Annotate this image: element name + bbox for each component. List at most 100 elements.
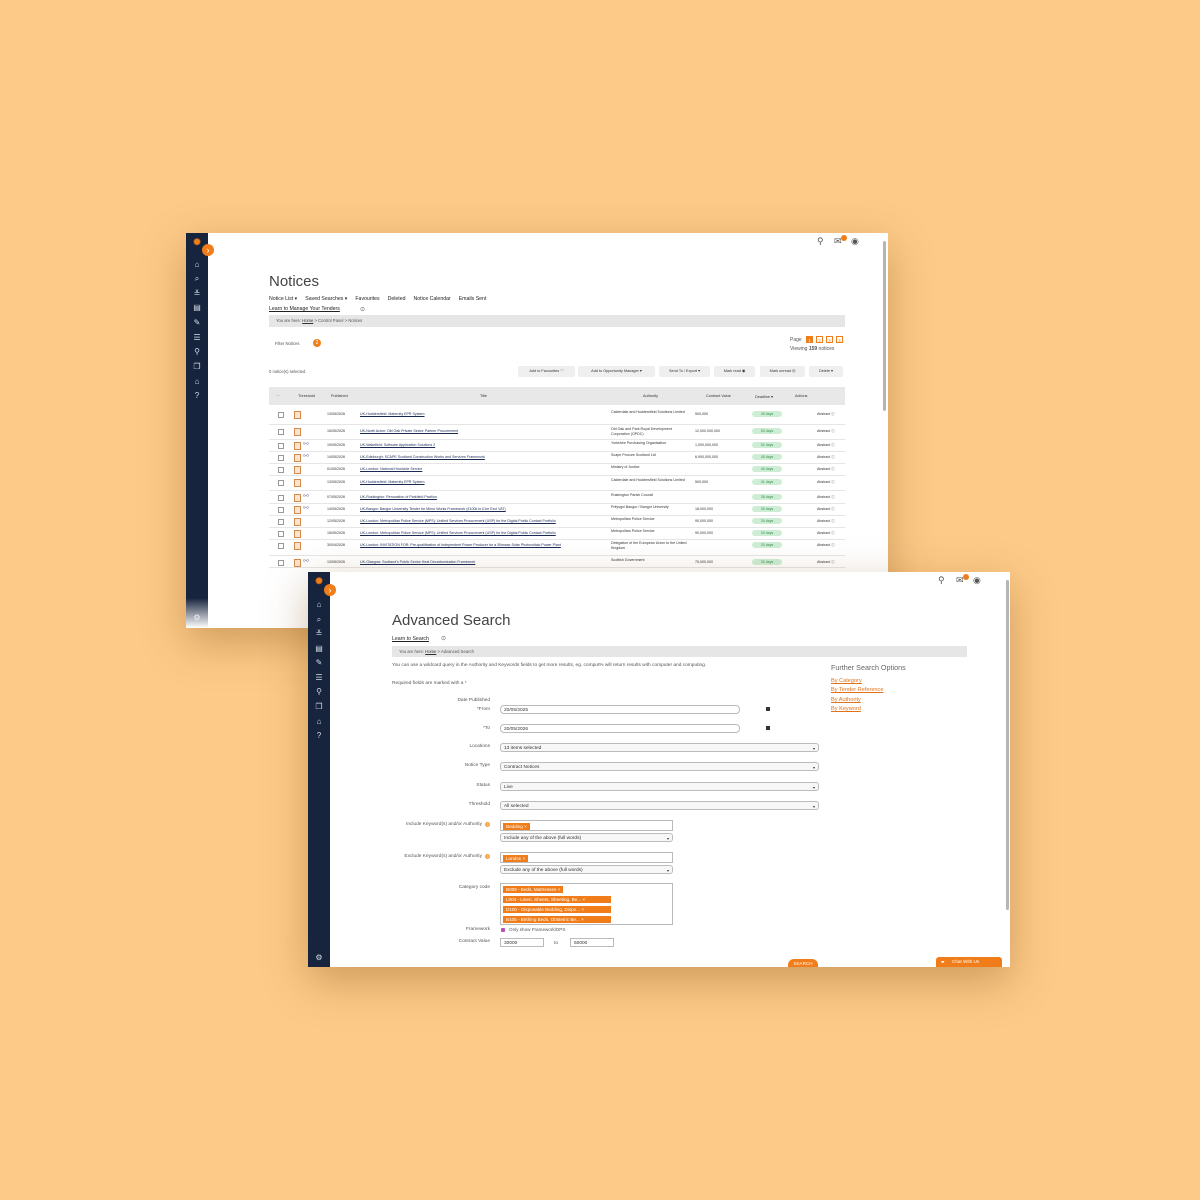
abstract-link[interactable]: Abstract ⓘ bbox=[817, 480, 835, 485]
abstract-link[interactable]: Abstract ⓘ bbox=[817, 443, 835, 448]
abstract-link[interactable]: Abstract ⓘ bbox=[817, 467, 835, 472]
mark-read-button[interactable]: Mark read ◉ bbox=[714, 366, 755, 377]
col-published[interactable]: Published bbox=[331, 394, 348, 398]
edit-icon[interactable]: ✎ bbox=[186, 318, 208, 328]
help-icon[interactable]: ? bbox=[485, 822, 490, 827]
home-icon[interactable]: ⌂ bbox=[186, 260, 208, 270]
page-3-button[interactable]: 3 bbox=[826, 336, 833, 343]
sidebar-toggle-icon[interactable]: › bbox=[202, 244, 214, 256]
col-more[interactable]: ··· bbox=[276, 394, 280, 398]
notice-title-link[interactable]: UK-London: National Homicide Service bbox=[360, 467, 422, 471]
tab-favourites[interactable]: Favourites bbox=[355, 296, 379, 302]
framework-checkbox[interactable] bbox=[501, 928, 505, 932]
calendar-icon[interactable] bbox=[766, 707, 770, 711]
notice-title-link[interactable]: UK-North Acton: Old Oak Private Sector P… bbox=[360, 429, 458, 433]
tab-notice-list[interactable]: Notice List ▾ bbox=[269, 296, 297, 302]
threshold-select[interactable]: All selected ▾ bbox=[500, 801, 819, 810]
notice-type-select[interactable]: Contract Notices ▾ bbox=[500, 762, 819, 771]
category-code-input[interactable]: B009 - Beds, Mattresses × L004 - Linen, … bbox=[500, 883, 673, 925]
tab-emails-sent[interactable]: Emails Sent bbox=[459, 296, 487, 302]
notice-title-link[interactable]: UK-Edinburgh: SCAPE Scotland Constructio… bbox=[360, 455, 485, 459]
gear-icon[interactable]: ⚙ bbox=[308, 953, 330, 963]
scrollbar[interactable] bbox=[883, 241, 886, 411]
filter-notices-button[interactable]: Filter Notices bbox=[275, 341, 299, 346]
table-row[interactable]: 13/05/2026 UK-Huddersfield: Maternity EPR… bbox=[269, 409, 845, 425]
table-row[interactable]: ⚯ 14/05/2026 UK-Bangor: Bangor University … bbox=[269, 504, 845, 516]
list-icon[interactable]: ☰ bbox=[308, 673, 330, 683]
category-tag[interactable]: D100 - Disposable Bedding, Dispo... × bbox=[503, 906, 611, 913]
by-tender-reference-link[interactable]: By Tender Reference bbox=[831, 687, 883, 693]
col-deadline[interactable]: Deadline ▾ bbox=[755, 394, 773, 399]
table-row[interactable]: 01/05/2026 UK-London: National Homicide S… bbox=[269, 464, 845, 476]
search-icon[interactable]: ⚲ bbox=[938, 575, 945, 586]
row-checkbox[interactable] bbox=[278, 467, 284, 473]
by-category-link[interactable]: By Category bbox=[831, 678, 862, 684]
delete-button[interactable]: Delete ▾ bbox=[809, 366, 843, 377]
row-checkbox[interactable] bbox=[278, 443, 284, 449]
send-export-button[interactable]: Send To / Export ▾ bbox=[659, 366, 710, 377]
abstract-link[interactable]: Abstract ⓘ bbox=[817, 412, 835, 417]
play-icon[interactable]: ⊙ bbox=[360, 306, 365, 313]
sidebar-toggle-icon[interactable]: › bbox=[324, 584, 336, 596]
by-keyword-link[interactable]: By Keyword bbox=[831, 706, 861, 712]
col-threshold[interactable]: Threshold bbox=[298, 394, 315, 398]
abstract-link[interactable]: Abstract ⓘ bbox=[817, 507, 835, 512]
help-icon[interactable]: ? bbox=[485, 854, 490, 859]
tab-saved-searches[interactable]: Saved Searches ▾ bbox=[305, 296, 347, 302]
include-keywords-input[interactable]: Bedding × bbox=[500, 820, 673, 831]
scrollbar[interactable] bbox=[1006, 580, 1009, 910]
calendar-icon[interactable] bbox=[766, 726, 770, 730]
table-row[interactable]: 15/05/2026 UK-North Acton: Old Oak Privat… bbox=[269, 426, 845, 440]
learn-to-search-link[interactable]: Learn to Search bbox=[392, 636, 429, 642]
row-checkbox[interactable] bbox=[278, 519, 284, 525]
by-authority-link[interactable]: By Authority bbox=[831, 697, 861, 703]
home-icon[interactable]: ⌂ bbox=[308, 600, 330, 610]
table-row[interactable]: ⚯ 14/05/2026 UK-Edinburgh: SCAPE Scotland … bbox=[269, 452, 845, 464]
row-checkbox[interactable] bbox=[278, 531, 284, 537]
filter-icon[interactable]: ≚ bbox=[308, 629, 330, 639]
abstract-link[interactable]: Abstract ⓘ bbox=[817, 560, 835, 565]
notice-title-link[interactable]: UK-Wakefield: Software Application Solut… bbox=[360, 443, 435, 447]
to-date-input[interactable]: 20/05/2026 bbox=[500, 724, 740, 733]
exclude-tag[interactable]: London × bbox=[503, 855, 529, 862]
breadcrumb-home-link[interactable]: Home bbox=[302, 318, 313, 323]
search-icon[interactable]: ⚲ bbox=[817, 236, 824, 247]
search-doc-icon[interactable]: ⌕ bbox=[186, 274, 208, 284]
abstract-link[interactable]: Abstract ⓘ bbox=[817, 543, 835, 548]
locations-select[interactable]: 13 items selected ▾ bbox=[500, 743, 819, 752]
row-checkbox[interactable] bbox=[278, 560, 284, 566]
building-icon[interactable]: ⌂ bbox=[308, 717, 330, 727]
add-to-opportunity-manager-button[interactable]: Add to Opportunity Manager ▾ bbox=[578, 366, 655, 377]
status-select[interactable]: Live ▾ bbox=[500, 782, 819, 791]
documents-icon[interactable]: ❐ bbox=[186, 362, 208, 372]
page-1-button[interactable]: 1 bbox=[806, 336, 813, 343]
contract-value-to-input[interactable]: 50000 bbox=[570, 938, 614, 947]
mark-unread-button[interactable]: Mark unread ◎ bbox=[760, 366, 805, 377]
row-checkbox[interactable] bbox=[278, 543, 284, 549]
abstract-link[interactable]: Abstract ⓘ bbox=[817, 519, 835, 524]
abstract-link[interactable]: Abstract ⓘ bbox=[817, 531, 835, 536]
search-doc-icon[interactable]: ⌕ bbox=[308, 615, 330, 625]
breadcrumb-home-link[interactable]: Home bbox=[425, 649, 436, 654]
category-tag[interactable]: B009 - Beds, Mattresses × bbox=[503, 886, 564, 893]
table-row[interactable]: ⚯ 07/05/2026 UK-Ruskington: Renovation of … bbox=[269, 492, 845, 504]
user-icon[interactable]: ◉ bbox=[851, 236, 859, 247]
contract-value-from-input[interactable]: 30000 bbox=[500, 938, 544, 947]
row-checkbox[interactable] bbox=[278, 495, 284, 501]
include-tag[interactable]: Bedding × bbox=[503, 823, 530, 830]
notice-title-link[interactable]: UK-Huddersfield: Maternity EPR System bbox=[360, 480, 425, 484]
table-row[interactable]: 12/05/2026 UK-London: Metropolitan Police… bbox=[269, 516, 845, 528]
col-contract-value[interactable]: Contract Value bbox=[706, 394, 731, 398]
filter-icon[interactable]: ≚ bbox=[186, 289, 208, 299]
abstract-link[interactable]: Abstract ⓘ bbox=[817, 455, 835, 460]
row-checkbox[interactable] bbox=[278, 429, 284, 435]
notice-title-link[interactable]: UK-London: Metropolitan Police Service (… bbox=[360, 519, 556, 523]
notice-title-link[interactable]: UK-Huddersfield: Maternity EPR System bbox=[360, 412, 425, 416]
table-row[interactable]: 15/05/2026 UK-London: Metropolitan Police… bbox=[269, 528, 845, 540]
help-icon[interactable]: ? bbox=[308, 731, 330, 741]
include-mode-select[interactable]: Include any of the above (full words) ▾ bbox=[500, 833, 673, 842]
add-to-favourites-button[interactable]: Add to Favourites ♡ bbox=[518, 366, 575, 377]
page-4-button[interactable]: 4 bbox=[836, 336, 843, 343]
row-checkbox[interactable] bbox=[278, 455, 284, 461]
tab-deleted[interactable]: Deleted bbox=[388, 296, 406, 302]
